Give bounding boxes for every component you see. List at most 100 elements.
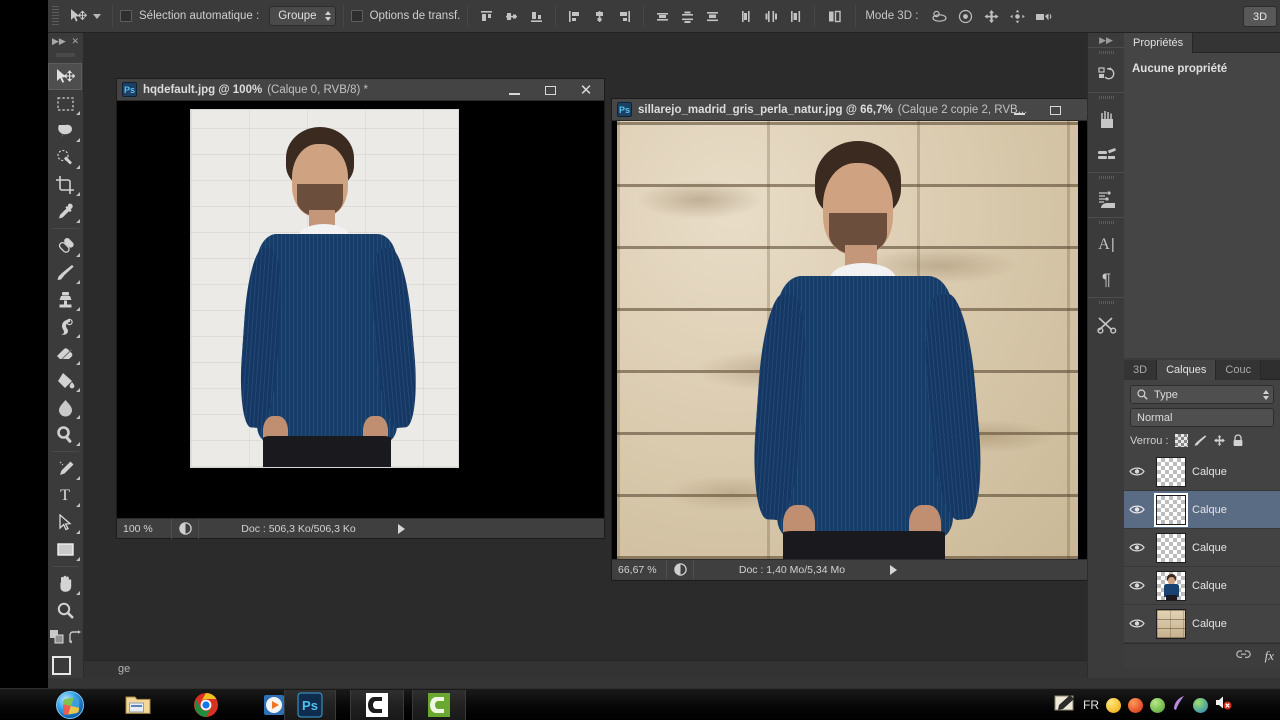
clone-stamp-tool[interactable] <box>48 286 82 313</box>
swatches-panel-icon[interactable] <box>1088 137 1125 172</box>
align-horizontal-centers-icon[interactable] <box>588 5 611 27</box>
auto-align-layers-icon[interactable] <box>822 5 848 27</box>
document-canvas-hqdefault[interactable] <box>117 101 604 518</box>
close-icon[interactable]: ✕ <box>568 79 604 101</box>
layer-thumbnail-cell[interactable] <box>1150 456 1192 487</box>
move-tool[interactable] <box>48 63 82 90</box>
layer-visibility-toggle[interactable] <box>1124 504 1150 515</box>
scale-3d-camera-icon[interactable] <box>1030 5 1056 27</box>
path-selection-tool[interactable] <box>48 509 82 536</box>
tools-panel-grip[interactable] <box>56 50 75 60</box>
layer-visibility-toggle[interactable] <box>1124 466 1150 477</box>
horizontal-type-tool[interactable]: T <box>48 482 82 509</box>
dodge-tool[interactable] <box>48 421 82 448</box>
rectangular-marquee-tool[interactable] <box>48 90 82 117</box>
canvas-bottom-tab-strip[interactable]: ge <box>84 660 1135 678</box>
color-panel-icon[interactable] <box>1088 102 1125 137</box>
minimize-icon[interactable] <box>1001 99 1037 121</box>
rail-grip[interactable] <box>1098 173 1114 182</box>
layer-thumbnail-cell[interactable] <box>1150 532 1192 563</box>
lock-all-icon[interactable] <box>1232 434 1245 447</box>
language-indicator[interactable]: FR <box>1083 698 1099 712</box>
spot-healing-brush-tool[interactable] <box>48 232 82 259</box>
zoom-level[interactable]: 100 % <box>117 523 171 535</box>
move-tool-icon[interactable] <box>65 5 91 27</box>
network-icon[interactable] <box>1193 697 1208 713</box>
adjustments-panel-icon[interactable] <box>1088 182 1125 217</box>
document-profile-icon[interactable] <box>172 522 198 535</box>
distribute-right-edges-icon[interactable] <box>784 5 807 27</box>
document-window-hqdefault[interactable]: Ps hqdefault.jpg @ 100% (Calque 0, RVB/8… <box>116 78 605 539</box>
auto-select-checkbox[interactable] <box>120 10 132 22</box>
taskbar-item-file-explorer[interactable] <box>110 690 166 720</box>
collapse-panels-icon[interactable]: ▶▶ <box>1088 33 1124 47</box>
paragraph-panel-icon[interactable]: ¶ <box>1088 262 1125 297</box>
taskbar-item-google-chrome[interactable] <box>178 690 234 720</box>
pan-3d-object-icon[interactable] <box>978 5 1004 27</box>
pen-tool[interactable] <box>48 455 82 482</box>
tab-3d[interactable]: 3D <box>1124 360 1158 380</box>
avast-icon[interactable] <box>1106 697 1121 713</box>
table-row[interactable]: Calque <box>1124 453 1280 491</box>
layer-name[interactable]: Calque <box>1192 504 1280 516</box>
hand-tool[interactable] <box>48 570 82 597</box>
start-orb[interactable] <box>56 691 84 719</box>
layer-visibility-toggle[interactable] <box>1124 542 1150 553</box>
auto-select-scope-dropdown[interactable]: Groupe <box>269 6 336 26</box>
zoom-level[interactable]: 66,67 % <box>612 564 666 576</box>
align-left-edges-icon[interactable] <box>563 5 586 27</box>
color-swatches[interactable] <box>49 654 83 688</box>
expand-panel-icon[interactable]: ▶▶ <box>52 36 66 46</box>
table-row[interactable]: Calque <box>1124 605 1280 643</box>
layer-visibility-toggle[interactable] <box>1124 618 1150 629</box>
distribute-left-edges-icon[interactable] <box>734 5 757 27</box>
document-window-sillarejo[interactable]: Ps sillarejo_madrid_gris_perla_natur.jpg… <box>611 98 1110 581</box>
layer-filter-type-dropdown[interactable]: Type <box>1130 385 1274 404</box>
tool-presets-panel-icon[interactable] <box>1088 307 1125 342</box>
quick-selection-tool[interactable] <box>48 144 82 171</box>
document-canvas-sillarejo[interactable] <box>612 121 1109 559</box>
align-right-edges-icon[interactable] <box>613 5 636 27</box>
layer-name[interactable]: Calque <box>1192 580 1280 592</box>
document-profile-icon[interactable] <box>667 563 693 576</box>
adblock-icon[interactable] <box>1128 697 1143 713</box>
table-row[interactable]: Calque <box>1124 529 1280 567</box>
default-colors-icon[interactable] <box>49 629 65 649</box>
eyedropper-tool[interactable] <box>48 198 82 225</box>
foreground-color-swatch[interactable] <box>52 656 71 675</box>
roll-3d-object-icon[interactable] <box>952 5 978 27</box>
close-icon[interactable]: ✕ <box>71 36 79 46</box>
document-titlebar[interactable]: Ps hqdefault.jpg @ 100% (Calque 0, RVB/8… <box>117 79 604 101</box>
history-panel-icon[interactable] <box>1088 57 1125 92</box>
rail-grip[interactable] <box>1098 48 1114 57</box>
link-layers-icon[interactable] <box>1235 649 1251 663</box>
taskbar-item-camtasia-studio[interactable] <box>412 690 466 720</box>
history-brush-tool[interactable] <box>48 313 82 340</box>
table-row[interactable]: Calque <box>1124 567 1280 605</box>
options-bar-grip[interactable] <box>52 5 59 27</box>
blend-mode-dropdown[interactable]: Normal <box>1130 408 1274 427</box>
lock-image-pixels-icon[interactable] <box>1194 434 1207 447</box>
distribute-vertical-centers-icon[interactable] <box>676 5 699 27</box>
align-bottom-edges-icon[interactable] <box>525 5 548 27</box>
rail-grip[interactable] <box>1098 298 1114 307</box>
canvas-tab-label[interactable]: ge <box>118 663 130 675</box>
layer-thumbnail-cell[interactable] <box>1150 492 1192 527</box>
canvas-workspace[interactable]: Ps hqdefault.jpg @ 100% (Calque 0, RVB/8… <box>84 33 1135 678</box>
document-titlebar[interactable]: Ps sillarejo_madrid_gris_perla_natur.jpg… <box>612 99 1109 121</box>
tablet-pen-icon[interactable] <box>1054 694 1076 717</box>
layer-thumbnail-cell[interactable] <box>1150 608 1192 639</box>
tool-preset-chevron-down-icon[interactable] <box>93 13 101 19</box>
eraser-tool[interactable] <box>48 340 82 367</box>
volume-muted-icon[interactable] <box>1215 695 1232 715</box>
tab-proprietes[interactable]: Propriétés <box>1124 33 1194 53</box>
taskbar-item-camtasia-recorder[interactable] <box>350 690 404 720</box>
rectangle-tool[interactable] <box>48 536 82 563</box>
zoom-tool[interactable] <box>48 597 82 624</box>
feather-icon[interactable] <box>1172 695 1186 716</box>
rotate-3d-object-icon[interactable] <box>926 5 952 27</box>
minimize-icon[interactable] <box>496 79 532 101</box>
rail-grip[interactable] <box>1098 93 1114 102</box>
maximize-icon[interactable] <box>1037 99 1073 121</box>
layer-style-fx-icon[interactable]: fx <box>1265 648 1274 664</box>
